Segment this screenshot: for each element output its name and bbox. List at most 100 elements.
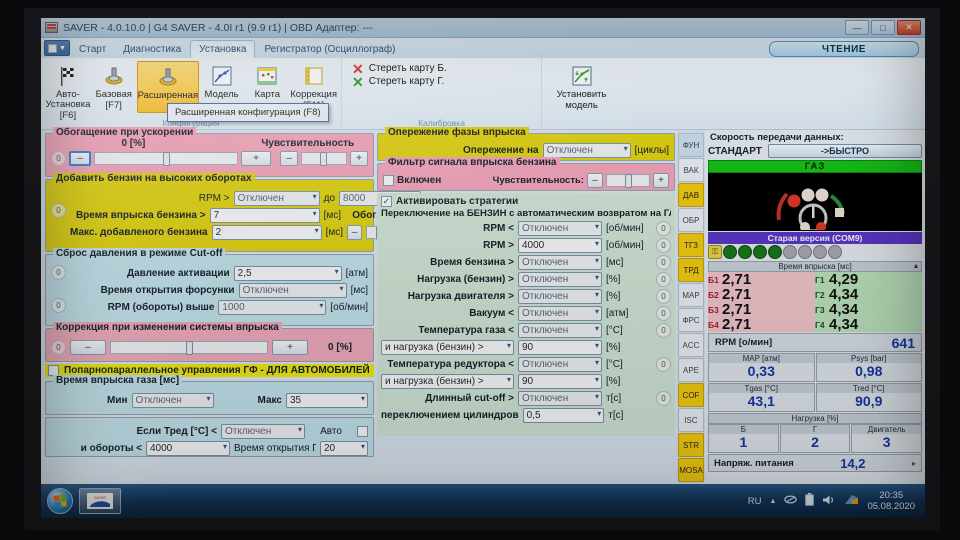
strategy-row-badge: 0 — [656, 238, 671, 253]
load-col-value: 3 — [883, 434, 891, 450]
correction-minus-button[interactable]: – — [70, 340, 106, 355]
app-menu-button[interactable]: ▼ — [44, 40, 70, 56]
map-readout: MAP [атм] 0,33 — [708, 353, 815, 382]
language-indicator[interactable]: RU — [748, 496, 762, 507]
filter-enabled-checkbox[interactable] — [383, 175, 394, 186]
tab-recorder[interactable]: Регистратор (Осциллограф) — [256, 41, 403, 58]
highrpm-max-select[interactable]: 2 — [212, 225, 322, 240]
accel-sens-minus-button[interactable]: – — [280, 151, 298, 166]
gf-tred-select[interactable]: Отключен — [221, 424, 305, 439]
strategy-row-label-select[interactable]: и нагрузка (бензин) > — [381, 340, 514, 355]
highrpm-inj-select[interactable]: 7 — [210, 208, 320, 223]
tab-installation[interactable]: Установка — [190, 40, 255, 58]
highrpm-enrich-minus[interactable]: – — [347, 225, 362, 240]
gas-min-select[interactable]: Отключен — [132, 393, 214, 408]
tab-start[interactable]: Старт — [71, 41, 114, 58]
minimize-button[interactable]: — — [845, 20, 869, 35]
accel-slider[interactable] — [94, 152, 238, 165]
cutoff-row-select[interactable]: Отключен — [239, 283, 347, 298]
network-icon[interactable] — [784, 494, 797, 508]
inj-key: Г2 — [815, 290, 829, 300]
ribbon-set-model[interactable]: Установить модель — [546, 61, 617, 111]
tab-diagnostics[interactable]: Диагностика — [115, 41, 189, 58]
slider-knob[interactable] — [186, 341, 193, 355]
strategy-row-unit: [°C] — [606, 359, 652, 370]
strategy-row-select[interactable]: 0,5 — [523, 408, 605, 423]
strategy-row-select[interactable]: Отключен — [518, 289, 602, 304]
filter-minus-button[interactable]: – — [587, 173, 603, 188]
cutoff-row-select[interactable]: 1000 — [218, 300, 326, 315]
sidebar-item-acc[interactable]: ACC — [678, 333, 704, 357]
taskbar: SAVER RU ▲ 20:35 05.08.2020 — [41, 484, 925, 518]
start-orb[interactable] — [47, 488, 73, 514]
sidebar-item-frs[interactable]: ФРС — [678, 308, 704, 332]
sidebar-item-dav[interactable]: ДАВ — [678, 183, 704, 207]
correction-plus-button[interactable]: + — [272, 340, 308, 355]
action-center-flag-icon[interactable] — [844, 493, 859, 509]
maximize-button[interactable]: □ — [871, 20, 895, 35]
filter-slider[interactable] — [606, 174, 650, 187]
close-button[interactable]: ✕ — [897, 20, 921, 35]
sidebar-item-map[interactable]: МАР — [678, 283, 704, 307]
strategy-row-select[interactable]: 4000 — [518, 238, 602, 253]
accel-minus-button[interactable]: – — [69, 151, 91, 166]
sidebar-item-isc[interactable]: ISC — [678, 408, 704, 432]
strategy-row-select[interactable]: Отключен — [518, 306, 602, 321]
strategy-row-select[interactable]: Отключен — [518, 391, 602, 406]
chevron-right-icon[interactable]: ▸ — [912, 459, 916, 468]
sidebar-item-obr[interactable]: ОБР — [678, 208, 704, 232]
sidebar-item-cof[interactable]: COF — [678, 383, 704, 407]
cutoff-row-select[interactable]: 2,5 — [234, 266, 342, 281]
erase-map-b-button[interactable]: ✕ Стереть карту Б. — [352, 63, 447, 74]
ribbon-map[interactable]: Карта — [244, 61, 290, 100]
phase-select[interactable]: Отключен — [543, 143, 631, 158]
gf-rpm-select[interactable]: 4000 — [146, 441, 230, 456]
sidebar-item-trd[interactable]: ТРД — [678, 258, 704, 282]
correction-slider[interactable] — [110, 341, 268, 354]
sidebar-item-mosa[interactable]: MOSA — [678, 458, 704, 482]
show-hidden-icons-icon[interactable]: ▲ — [770, 498, 777, 505]
erase-map-g-button[interactable]: ✕ Стереть карту Г. — [352, 76, 444, 87]
strategies-checkbox[interactable]: ✓ — [381, 196, 392, 207]
inj-key: Г1 — [815, 275, 829, 285]
ribbon-model[interactable]: Модель — [199, 61, 245, 100]
battery-icon[interactable] — [805, 493, 814, 509]
strategy-row-label-select[interactable]: и нагрузка (бензин) > — [381, 374, 514, 389]
ribbon-auto-setup[interactable]: Авто-Установка [F6] — [45, 61, 91, 121]
strategy-row-badge: 0 — [656, 272, 671, 287]
strategy-row-select[interactable]: Отключен — [518, 255, 602, 270]
strategy-row-select[interactable]: Отключен — [518, 357, 602, 372]
slider-knob[interactable] — [163, 152, 170, 166]
slider-knob[interactable] — [320, 152, 327, 166]
strategy-row-badge: 0 — [656, 255, 671, 270]
gf-auto-checkbox[interactable] — [357, 426, 368, 437]
sidebar-item-ape[interactable]: APE — [678, 358, 704, 382]
clock[interactable]: 20:35 05.08.2020 — [867, 490, 915, 512]
system-tray: RU ▲ 20:35 05.08.2020 — [748, 490, 919, 512]
ribbon-base-config[interactable]: Базовая [F7] — [91, 61, 137, 111]
sidebar-item-str[interactable]: STR — [678, 433, 704, 457]
sidebar-item-fun[interactable]: ФУН — [678, 133, 704, 157]
filter-plus-button[interactable]: + — [653, 173, 669, 188]
taskbar-item-saver[interactable]: SAVER — [79, 488, 121, 514]
accel-sens-slider[interactable] — [301, 152, 347, 165]
volume-icon[interactable] — [822, 494, 836, 509]
chevron-up-icon[interactable]: ▴ — [914, 261, 918, 270]
slider-knob[interactable] — [625, 174, 632, 188]
strategy-row-select[interactable]: 90 — [518, 374, 602, 389]
sidebar-item-vak[interactable]: ВАК — [678, 158, 704, 182]
strategy-row-select[interactable]: Отключен — [518, 272, 602, 287]
accel-plus-button[interactable]: + — [241, 151, 271, 166]
erase-map-g-label: Стереть карту Г. — [369, 76, 445, 87]
gas-max-select[interactable]: 35 — [286, 393, 368, 408]
data-speed-fast-button[interactable]: ->БЫСТРО — [768, 144, 922, 158]
strategy-row-unit: [атм] — [606, 308, 652, 319]
read-button[interactable]: ЧТЕНИЕ — [769, 41, 919, 57]
strategy-row-select[interactable]: Отключен — [518, 323, 602, 338]
highrpm-rpm-select[interactable]: Отключен — [234, 191, 320, 206]
gf-open-select[interactable]: 20 — [320, 441, 368, 456]
sidebar-item-tgz[interactable]: ТГЗ — [678, 233, 704, 257]
strategy-row-select[interactable]: 90 — [518, 340, 602, 355]
accel-sens-plus-button[interactable]: + — [350, 151, 368, 166]
strategy-row-select[interactable]: Отключен — [518, 221, 602, 236]
